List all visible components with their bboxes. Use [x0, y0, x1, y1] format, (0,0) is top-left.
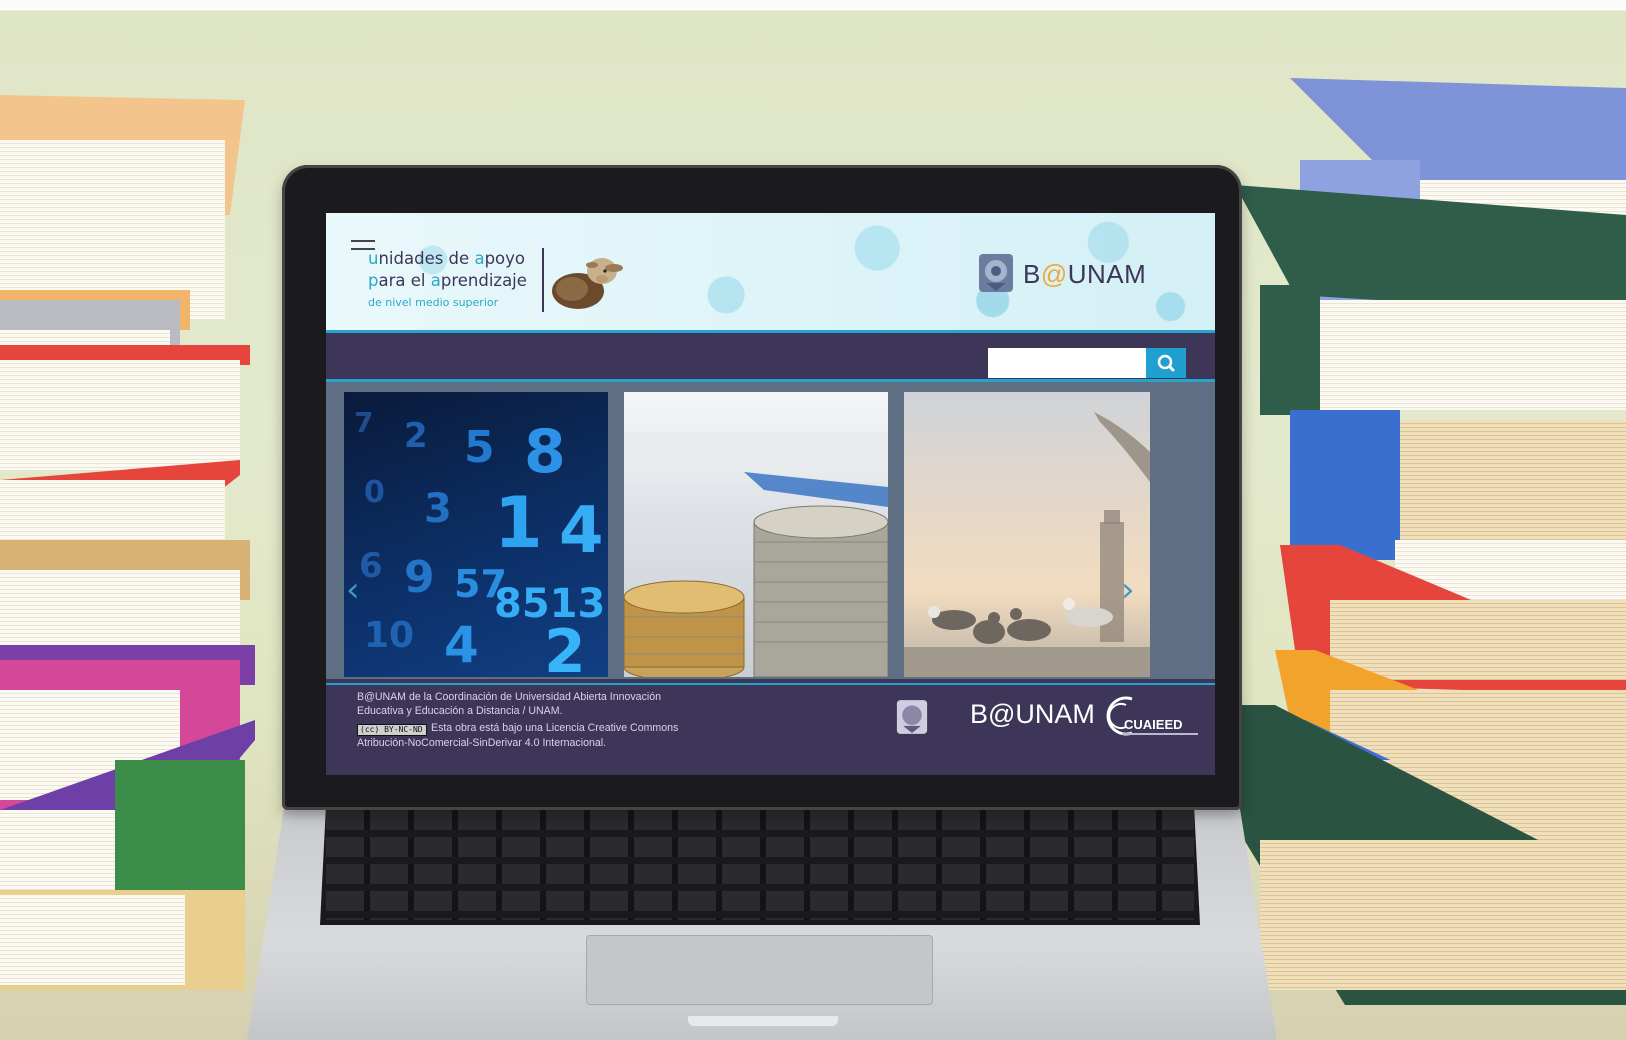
laptop-lip: [688, 1016, 838, 1026]
unam-seal-icon: [979, 254, 1013, 292]
number-glyph: 7: [354, 406, 373, 439]
carousel-next[interactable]: ›: [1121, 570, 1135, 610]
number-glyph: 0: [364, 475, 385, 510]
footer-line-4[interactable]: Atribución-NoComercial-SinDerivar 4.0 In…: [357, 737, 606, 749]
footer-line-2: Educativa y Educación a Distancia / UNAM…: [357, 705, 563, 717]
brand-divider: [542, 248, 544, 312]
numbers-image: 7 2 5 8 0 3 1 4 6 9 57 8513 10 4 2: [354, 406, 605, 677]
number-glyph: 3: [424, 486, 452, 532]
brand-accent-letter: u: [368, 249, 379, 268]
number-glyph: 8: [524, 417, 566, 487]
logo-text: B: [1023, 259, 1041, 289]
brand-line-3: de nivel medio superior: [368, 296, 499, 309]
brand-text: ara el: [378, 271, 431, 290]
number-glyph: 5: [464, 422, 495, 473]
number-glyph: 2: [404, 416, 428, 456]
brand-text: nidades de: [378, 249, 475, 268]
laptop-trackpad: [586, 935, 933, 1005]
baunam-footer-logo[interactable]: B@UNAM: [970, 699, 1095, 730]
slide-numbers[interactable]: 7 2 5 8 0 3 1 4 6 9 57 8513 10 4 2: [344, 392, 608, 677]
number-glyph: 4: [444, 616, 479, 674]
brand-text: prendizaje: [440, 271, 527, 290]
number-glyph: 2: [544, 617, 586, 677]
chevron-left-icon: ‹: [346, 570, 360, 610]
brand-accent-letter: a: [430, 271, 441, 290]
laptop-keys: [326, 810, 1194, 920]
image-carousel: 7 2 5 8 0 3 1 4 6 9 57 8513 10 4 2 ‹ ›: [326, 382, 1215, 679]
brand-text: poyo: [484, 249, 525, 268]
search-icon: [1157, 354, 1175, 372]
brand-line-1: unidades de apoyo: [368, 249, 525, 268]
site-footer: B@UNAM de la Coordinación de Universidad…: [326, 683, 1215, 775]
cuaieed-logo-text[interactable]: CUAIEED: [1124, 717, 1183, 732]
number-glyph: 6: [359, 546, 383, 586]
sheep-logo: [552, 258, 623, 309]
chevron-right-icon: ›: [1121, 570, 1135, 610]
coins-image: [624, 432, 888, 677]
brand-accent-letter: p: [368, 271, 379, 290]
navbar: [326, 330, 1215, 382]
slide-seagulls[interactable]: [904, 392, 1150, 677]
footer-line-3[interactable]: Esta obra está bajo una Licencia Creativ…: [431, 722, 678, 734]
site-header: unidades de apoyo para el aprendizaje de…: [326, 213, 1215, 330]
cc-license-badge[interactable]: (cc) BY-NC-ND: [357, 724, 427, 736]
unam-seal-footer-icon: [896, 700, 928, 734]
brand-accent-letter: a: [474, 249, 485, 268]
footer-line-1: B@UNAM de la Coordinación de Universidad…: [357, 691, 662, 703]
seagulls-image: [904, 412, 1150, 677]
number-glyph: 4: [559, 494, 604, 568]
brand-line-2: para el aprendizaje: [368, 271, 527, 290]
search-input[interactable]: [988, 348, 1146, 378]
search-button[interactable]: [1146, 348, 1186, 378]
carousel-prev[interactable]: ‹: [346, 570, 360, 610]
number-glyph: 1: [494, 482, 543, 564]
number-glyph: 10: [364, 615, 414, 656]
logo-text: UNAM: [1067, 259, 1147, 289]
baunam-logo[interactable]: B@UNAM: [1023, 259, 1146, 290]
number-glyph: 9: [404, 552, 435, 603]
logo-at: @: [1040, 259, 1068, 289]
website-screen: unidades de apoyo para el aprendizaje de…: [326, 213, 1215, 775]
slide-coins[interactable]: [624, 392, 888, 677]
